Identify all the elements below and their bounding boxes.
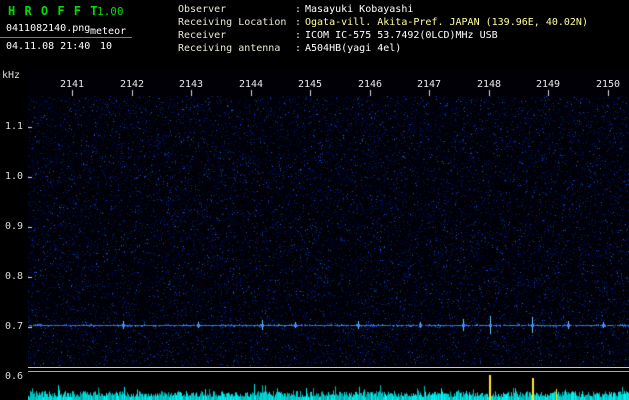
y-tick-label: 1.1 (0, 121, 23, 132)
output-filename: 0411082140.png (6, 23, 90, 34)
x-tick-label: 2146 (350, 79, 390, 90)
hrofft-window: H R O F F T 1.00 0411082140.png meteor 0… (0, 0, 629, 400)
app-version: 1.00 (97, 5, 124, 18)
timestamp: 04.11.08 21:40 (6, 41, 90, 52)
info-row-antenna: Receiving antenna : A504HB(yagi 4el) (178, 42, 588, 55)
x-tick-label: 2150 (588, 79, 628, 90)
info-row-location: Receiving Location : Ogata-vill. Akita-P… (178, 16, 588, 29)
y-tick-label: 0.7 (0, 321, 23, 332)
x-tick-label: 2145 (290, 79, 330, 90)
x-tick-label: 2142 (112, 79, 152, 90)
info-colon: : (295, 29, 305, 42)
meteor-count: 10 (100, 41, 112, 52)
info-value: A504HB(yagi 4el) (305, 42, 401, 55)
spectrogram: 2141 2142 2143 2144 2145 2146 2147 2148 … (28, 70, 629, 368)
x-tick-label: 2143 (171, 79, 211, 90)
info-colon: : (295, 3, 305, 16)
info-colon: : (295, 16, 305, 29)
mode-label: meteor (90, 26, 126, 37)
x-tick-label: 2147 (409, 79, 449, 90)
info-colon: : (295, 42, 305, 55)
info-label: Observer (178, 3, 295, 16)
info-value: ICOM IC-575 53.7492(0LCD)MHz USB (305, 29, 498, 42)
y-tick-label: 1.0 (0, 171, 23, 182)
separator-line (28, 371, 629, 372)
info-row-observer: Observer : Masayuki Kobayashi (178, 3, 588, 16)
separator-line (28, 367, 629, 368)
info-label: Receiving Location (178, 16, 295, 29)
x-tick-label: 2141 (52, 79, 92, 90)
filename-underline (0, 37, 132, 38)
info-panel: Observer : Masayuki Kobayashi Receiving … (178, 3, 588, 55)
info-row-receiver: Receiver : ICOM IC-575 53.7492(0LCD)MHz … (178, 29, 588, 42)
info-label: Receiver (178, 29, 295, 42)
x-tick-label: 2148 (469, 79, 509, 90)
intensity-canvas (28, 373, 629, 400)
spectrogram-canvas (28, 70, 629, 368)
intensity-strip (28, 373, 629, 400)
app-title: H R O F F T (8, 4, 98, 18)
x-tick-label: 2149 (528, 79, 568, 90)
y-tick-label: 0.8 (0, 271, 23, 282)
x-tick-label: 2144 (231, 79, 271, 90)
y-axis-unit: kHz (2, 70, 20, 81)
y-tick-label: 0.9 (0, 221, 23, 232)
y-axis: kHz 1.1 1.0 0.9 0.8 0.7 0.6 (0, 70, 28, 400)
info-value: Masayuki Kobayashi (305, 3, 413, 16)
info-value: Ogata-vill. Akita-Pref. JAPAN (139.96E, … (305, 16, 588, 29)
info-label: Receiving antenna (178, 42, 295, 55)
y-tick-label: 0.6 (0, 371, 23, 382)
